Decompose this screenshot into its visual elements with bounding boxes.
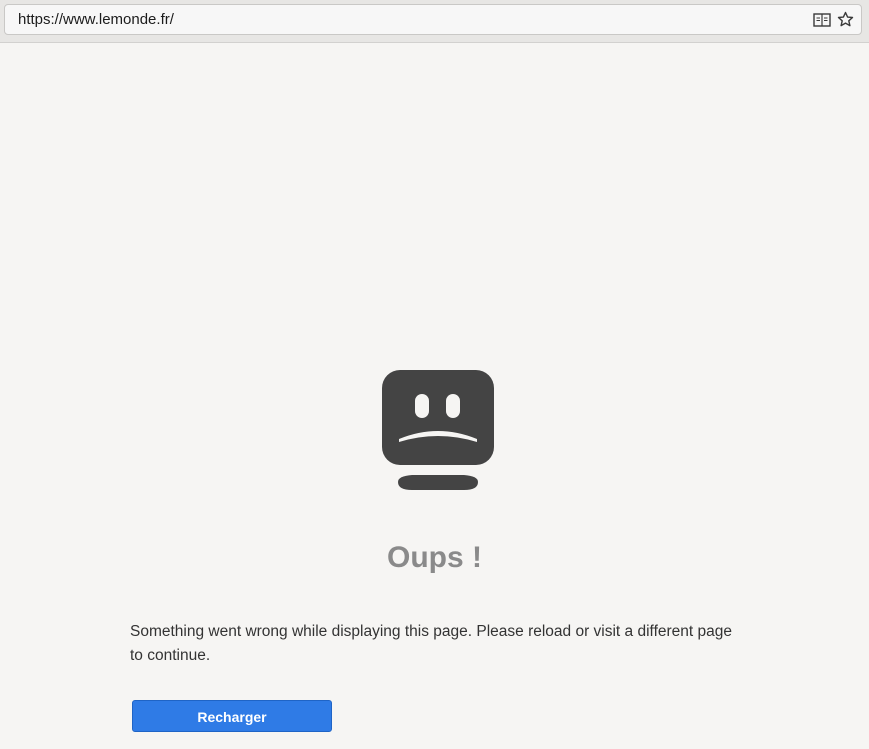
error-message: Something went wrong while displaying th… xyxy=(130,623,732,664)
url-bar[interactable]: https://www.lemonde.fr/ xyxy=(4,4,862,35)
sad-face-icon xyxy=(382,370,494,490)
url-text[interactable]: https://www.lemonde.fr/ xyxy=(18,11,174,29)
error-page: Oups ! Something went wrong while displa… xyxy=(0,43,869,749)
reload-button[interactable]: Recharger xyxy=(132,700,332,732)
browser-toolbar: https://www.lemonde.fr/ xyxy=(0,0,869,43)
star-icon[interactable] xyxy=(837,11,854,28)
reader-view-icon[interactable] xyxy=(813,12,831,28)
error-title: Oups ! xyxy=(387,541,482,574)
